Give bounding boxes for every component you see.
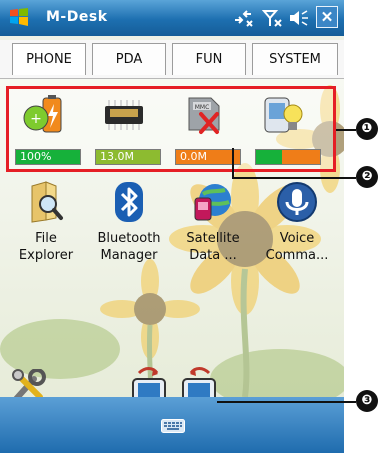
callout-2: ❷ [356,166,378,188]
app-satellite-data[interactable]: Satellite Data ... [173,180,253,264]
callout-3: ❸ [356,390,378,412]
app-label-line2: Comma... [265,248,329,263]
close-button[interactable]: ✕ [316,6,338,28]
voice-command-icon [277,182,317,222]
tab-fun[interactable]: FUN [172,43,246,75]
keyboard-icon[interactable] [161,419,185,433]
app-label-line2: Data ... [189,248,237,263]
app-label-line1: Bluetooth [97,231,161,246]
connectivity-icon[interactable] [232,8,254,28]
svg-text:+: + [30,111,42,127]
tab-phone[interactable]: PHONE [12,43,86,75]
tab-pda[interactable]: PDA [92,43,166,75]
signal-off-icon[interactable] [262,8,284,28]
backlight-icon[interactable] [261,94,307,136]
app-label-line2: Explorer [18,248,74,263]
storage-card-value: 0.0M [180,150,207,163]
rotate-screen-right-icon[interactable] [127,365,171,397]
app-file-explorer[interactable]: File Explorer [6,180,86,264]
backlight-level-bar [255,149,321,165]
callout-2-leader-horizontal [232,177,356,179]
system-status-panel: + MMC 100% 13.0M 0.0M [6,86,336,172]
memory-chip-icon[interactable] [101,94,147,136]
app-label-line1: File [35,231,57,246]
satellite-icon [194,184,231,221]
tab-bar: PHONE PDA FUN SYSTEM [0,40,344,79]
app-label-line2: Manager [100,248,158,263]
battery-value: 100% [20,150,52,163]
memory-value: 13.0M [100,150,134,163]
windows-start-icon[interactable] [8,6,30,28]
app-label: Voice Comma... [257,230,337,264]
pda-screen: M-Desk ✕ PHONE PDA FUN SYSTEM + MMC 100%… [0,0,344,453]
battery-level-bar: 100% [15,149,81,165]
callout-1-leader [336,129,356,131]
app-bluetooth-manager[interactable]: Bluetooth Manager [89,180,169,264]
app-label-line1: Voice [279,231,315,246]
tab-system[interactable]: SYSTEM [252,43,338,75]
memory-level-bar: 13.0M [95,149,161,165]
file-explorer-icon [31,181,63,223]
bluetooth-icon [115,182,143,222]
app-voice-command[interactable]: Voice Comma... [257,180,337,264]
app-label-line1: Satellite [186,231,240,246]
app-title: M-Desk [46,9,108,25]
volume-icon[interactable] [288,8,310,28]
callout-1: ❶ [356,118,378,140]
storage-card-missing-icon[interactable]: MMC [181,94,227,136]
callout-2-leader-vertical [232,148,234,178]
callout-3-leader [217,401,356,403]
rotate-screen-left-icon[interactable] [177,365,221,397]
title-bar: M-Desk ✕ [0,0,344,36]
svg-text:MMC: MMC [195,104,210,111]
app-label: File Explorer [6,230,86,264]
settings-tools-icon[interactable] [10,369,50,397]
battery-icon[interactable]: + [21,94,67,136]
app-label: Bluetooth Manager [89,230,169,264]
app-label: Satellite Data ... [173,230,253,264]
backlight-level-fill [256,150,282,164]
